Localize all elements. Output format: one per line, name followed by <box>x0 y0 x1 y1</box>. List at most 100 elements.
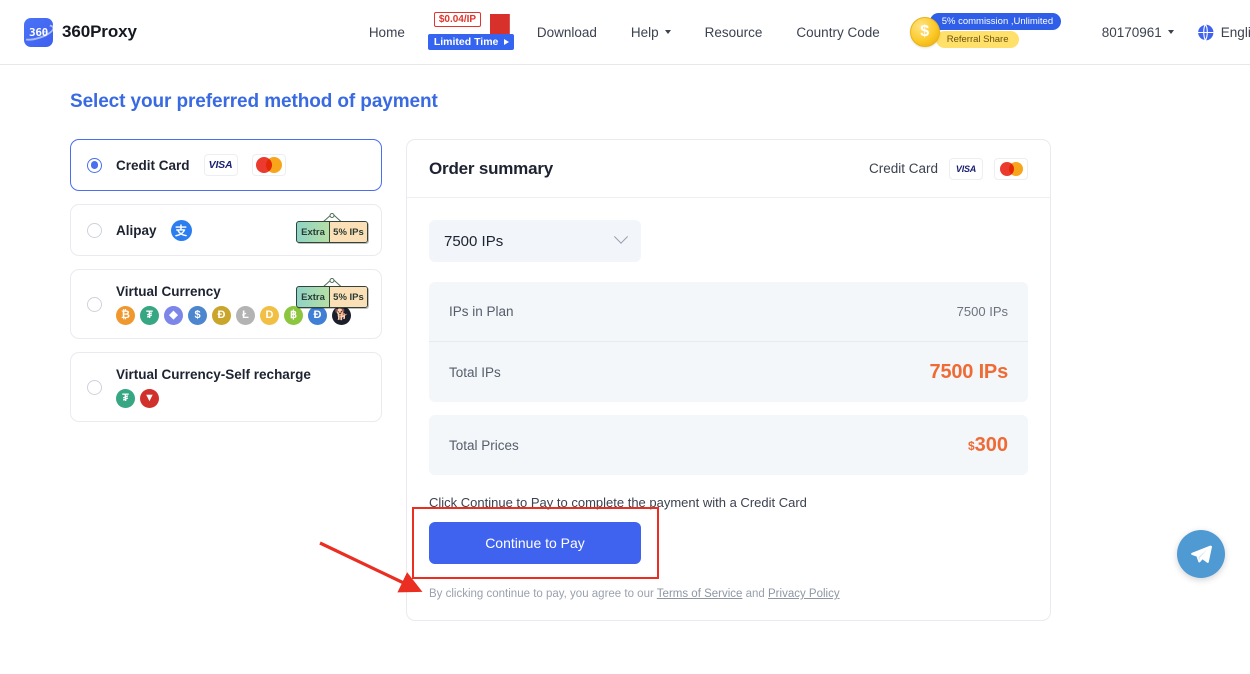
tag-extra-label: Extra <box>301 226 325 238</box>
terms-text: By clicking continue to pay, you agree t… <box>429 588 1028 600</box>
terms-prefix: By clicking continue to pay, you agree t… <box>429 588 657 600</box>
nav-label-country-code: Country Code <box>796 24 880 40</box>
order-summary-panel: Order summary Credit Card VISA 7500 IPs <box>406 139 1051 621</box>
referral-commission-label: 5% commission ,Unlimited <box>929 13 1062 30</box>
method-label-self-recharge: Virtual Currency-Self recharge <box>116 366 311 382</box>
row-value: 7500 IPs <box>929 360 1009 383</box>
globe-icon <box>1196 23 1214 41</box>
method-label-credit-card: Credit Card <box>116 157 190 173</box>
alipay-icon: 支 <box>170 219 192 241</box>
nav-item-country-code[interactable]: Country Code <box>779 25 896 40</box>
litecoin-icon: Ł <box>236 305 255 325</box>
header-right: 80170961 English <box>1088 23 1250 42</box>
payment-method-credit-card[interactable]: Credit Card VISA <box>70 139 382 191</box>
price-summary-block: Total Prices $300 <box>429 415 1028 475</box>
payment-method-alipay[interactable]: Alipay 支 Extra 5% IPs <box>70 204 382 256</box>
radio-virtual-currency-self-recharge[interactable] <box>87 379 102 395</box>
coin-icon: $ <box>909 17 940 47</box>
promo-referral-badge[interactable]: $ 5% commission ,Unlimited Referral Shar… <box>909 11 1088 53</box>
shiba-inu-icon: 🐕 <box>332 305 351 325</box>
radio-virtual-currency[interactable] <box>87 296 102 312</box>
payment-page: Select your preferred method of payment … <box>0 65 1250 621</box>
order-summary-title: Order summary <box>429 158 554 178</box>
dai-icon: D <box>260 305 279 325</box>
payment-method-virtual-currency-self-recharge[interactable]: Virtual Currency-Self recharge ₮ ▼ <box>70 352 382 422</box>
usdc-icon: $ <box>188 305 207 325</box>
extra-ips-tag: Extra 5% IPs <box>296 211 368 243</box>
tether-icon: ₮ <box>116 388 135 408</box>
language-label: English <box>1220 24 1250 40</box>
site-header: 360 360Proxy Home $0.04/IP Limited Time … <box>0 0 1250 65</box>
dogecoin-icon: Ð <box>212 305 231 325</box>
nav-label-home: Home <box>368 24 405 40</box>
mastercard-icon <box>994 157 1028 180</box>
nav-label-resource: Resource <box>704 24 763 40</box>
brand-name: 360Proxy <box>62 22 137 41</box>
terms-mid: and <box>742 588 769 600</box>
nav-item-help[interactable]: Help <box>614 25 688 40</box>
summary-row-total-ips: Total IPs 7500 IPs <box>429 342 1028 402</box>
terms-of-service-link[interactable]: Terms of Service <box>657 588 743 600</box>
summary-row-total-prices: Total Prices $300 <box>429 415 1028 475</box>
telegram-float-button[interactable] <box>1177 530 1225 578</box>
nav-label-help: Help <box>630 24 659 40</box>
visa-icon: VISA <box>203 154 238 176</box>
chevron-down-icon <box>664 30 671 34</box>
tag-percent-label: 5% IPs <box>329 287 367 307</box>
tether-icon: ₮ <box>140 305 159 325</box>
logo-text: 360 <box>29 25 48 39</box>
language-selector[interactable]: English <box>1188 23 1250 42</box>
method-label-alipay: Alipay <box>116 222 157 238</box>
chevron-down-icon <box>613 229 629 244</box>
promo-price-label: $0.04/IP <box>433 12 482 27</box>
chevron-down-icon <box>1167 30 1174 34</box>
nav-label-download: Download <box>536 24 597 40</box>
payment-hint: Click Continue to Pay to complete the pa… <box>429 495 807 510</box>
nav-item-resource[interactable]: Resource <box>688 25 780 40</box>
radio-credit-card[interactable] <box>87 157 102 173</box>
tag-extra-label: Extra <box>301 291 325 303</box>
nav-item-home[interactable]: Home <box>352 25 422 40</box>
brand-logo-link[interactable]: 360 360Proxy <box>24 17 137 47</box>
summary-row-ips-in-plan: IPs in Plan 7500 IPs <box>429 282 1028 342</box>
price-amount: 300 <box>974 433 1008 456</box>
visa-icon: VISA <box>949 157 983 180</box>
account-id: 80170961 <box>1101 24 1162 40</box>
promo-limited-time-badge[interactable]: $0.04/IP Limited Time <box>427 12 515 52</box>
payment-method-virtual-currency[interactable]: Virtual Currency ₿ ₮ ◆ $ Ð Ł D ฿ Ɖ 🐕 Ext… <box>70 269 382 339</box>
referral-share-label: Referral Share <box>935 31 1019 48</box>
order-summary-header: Order summary Credit Card VISA <box>407 140 1050 198</box>
promo-arrow-icon <box>504 39 510 45</box>
dash-icon: Ɖ <box>308 305 327 325</box>
extra-ips-tag: Extra 5% IPs <box>296 276 368 308</box>
mastercard-icon <box>251 154 286 176</box>
crypto-icon-row: ₮ ▼ <box>116 388 365 408</box>
page-title: Select your preferred method of payment <box>70 91 438 112</box>
row-label: Total IPs <box>449 364 501 380</box>
payment-layout: Credit Card VISA Alipay 支 Extra 5% IPs V… <box>70 139 1250 621</box>
bitcoin-icon: ₿ <box>116 305 135 325</box>
crypto-icon-row: ₿ ₮ ◆ $ Ð Ł D ฿ Ɖ 🐕 <box>116 305 365 325</box>
selected-method-label: Credit Card <box>868 161 938 176</box>
plan-select-value: 7500 IPs <box>444 232 504 250</box>
total-price-value: $300 <box>968 434 1008 457</box>
360proxy-logo-icon: 360 <box>24 17 53 47</box>
row-label: IPs in Plan <box>449 304 514 319</box>
ethereum-icon: ◆ <box>164 305 183 325</box>
ip-summary-block: IPs in Plan 7500 IPs Total IPs 7500 IPs <box>429 282 1028 402</box>
continue-to-pay-button[interactable]: Continue to Pay <box>429 522 641 564</box>
nav-item-download[interactable]: Download <box>520 25 614 40</box>
row-label: Total Prices <box>449 437 519 453</box>
payment-method-list: Credit Card VISA Alipay 支 Extra 5% IPs V… <box>70 139 382 621</box>
telegram-icon <box>1191 545 1212 563</box>
radio-alipay[interactable] <box>87 222 102 238</box>
main-nav: Home $0.04/IP Limited Time Download Help… <box>352 11 1088 53</box>
privacy-policy-link[interactable]: Privacy Policy <box>768 588 840 600</box>
promo-limited-label: Limited Time <box>427 34 515 50</box>
tron-icon: ▼ <box>140 388 159 408</box>
row-value: 7500 IPs <box>956 304 1008 319</box>
bitcoin-cash-icon: ฿ <box>284 305 303 325</box>
tag-percent-label: 5% IPs <box>329 222 367 242</box>
plan-select[interactable]: 7500 IPs <box>429 220 641 262</box>
account-menu[interactable]: 80170961 <box>1088 25 1188 40</box>
